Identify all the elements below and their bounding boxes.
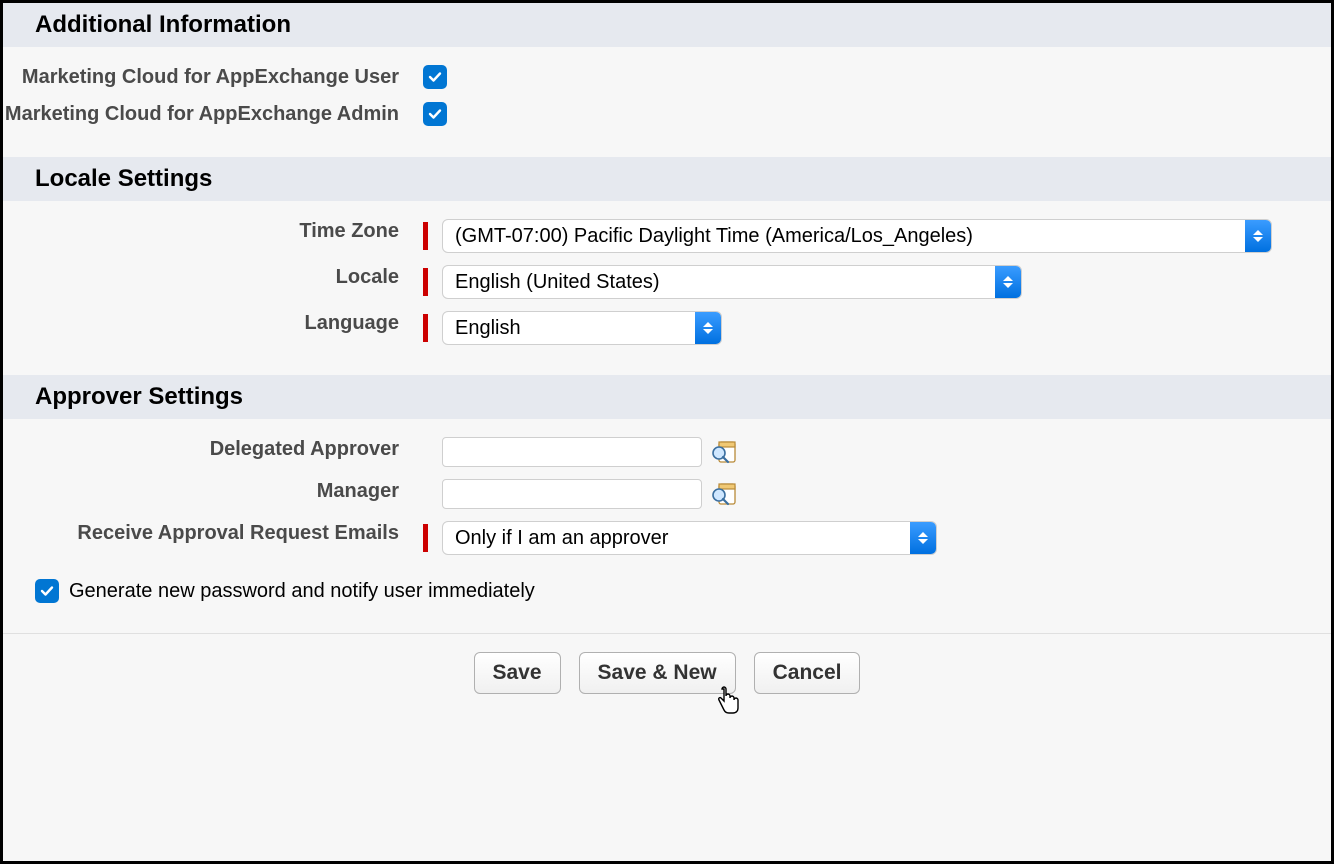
lookup-icon[interactable]	[710, 481, 738, 507]
timezone-label: Time Zone	[3, 219, 413, 244]
manager-input[interactable]	[442, 479, 702, 509]
language-value: English	[455, 317, 685, 340]
mc-user-checkbox[interactable]	[423, 65, 447, 89]
lookup-icon[interactable]	[710, 439, 738, 465]
save-and-new-button[interactable]: Save & New	[579, 652, 736, 694]
select-arrow-icon	[995, 266, 1021, 298]
generate-password-label: Generate new password and notify user im…	[69, 580, 535, 603]
save-button[interactable]: Save	[474, 652, 561, 694]
receive-emails-select[interactable]: Only if I am an approver	[442, 521, 937, 555]
button-bar: Save Save & New Cancel	[3, 633, 1331, 734]
section-header-locale: Locale Settings	[3, 157, 1331, 201]
cancel-button[interactable]: Cancel	[754, 652, 861, 694]
section-body-additional: Marketing Cloud for AppExchange User Mar…	[3, 47, 1331, 157]
locale-label: Locale	[3, 265, 413, 290]
receive-emails-label: Receive Approval Request Emails	[3, 521, 413, 546]
user-edit-form: Additional Information Marketing Cloud f…	[0, 0, 1334, 864]
manager-label: Manager	[3, 479, 413, 504]
select-arrow-icon	[1245, 220, 1271, 252]
language-select[interactable]: English	[442, 311, 722, 345]
receive-emails-value: Only if I am an approver	[455, 527, 900, 550]
required-indicator	[423, 222, 428, 250]
mc-admin-checkbox[interactable]	[423, 102, 447, 126]
mc-user-label: Marketing Cloud for AppExchange User	[3, 65, 413, 90]
timezone-select[interactable]: (GMT-07:00) Pacific Daylight Time (Ameri…	[442, 219, 1272, 253]
select-arrow-icon	[910, 522, 936, 554]
timezone-value: (GMT-07:00) Pacific Daylight Time (Ameri…	[455, 225, 1235, 248]
mc-admin-label: Marketing Cloud for AppExchange Admin	[3, 102, 413, 127]
generate-password-row: Generate new password and notify user im…	[3, 569, 1331, 633]
delegated-approver-label: Delegated Approver	[3, 437, 413, 462]
section-body-locale: Time Zone (GMT-07:00) Pacific Daylight T…	[3, 201, 1331, 375]
section-header-approver: Approver Settings	[3, 375, 1331, 419]
section-header-additional: Additional Information	[3, 3, 1331, 47]
locale-value: English (United States)	[455, 271, 985, 294]
select-arrow-icon	[695, 312, 721, 344]
locale-select[interactable]: English (United States)	[442, 265, 1022, 299]
generate-password-checkbox[interactable]	[35, 579, 59, 603]
delegated-approver-input[interactable]	[442, 437, 702, 467]
language-label: Language	[3, 311, 413, 336]
required-indicator	[423, 314, 428, 342]
required-indicator	[423, 268, 428, 296]
required-indicator	[423, 524, 428, 552]
section-body-approver: Delegated Approver Manager	[3, 419, 1331, 569]
